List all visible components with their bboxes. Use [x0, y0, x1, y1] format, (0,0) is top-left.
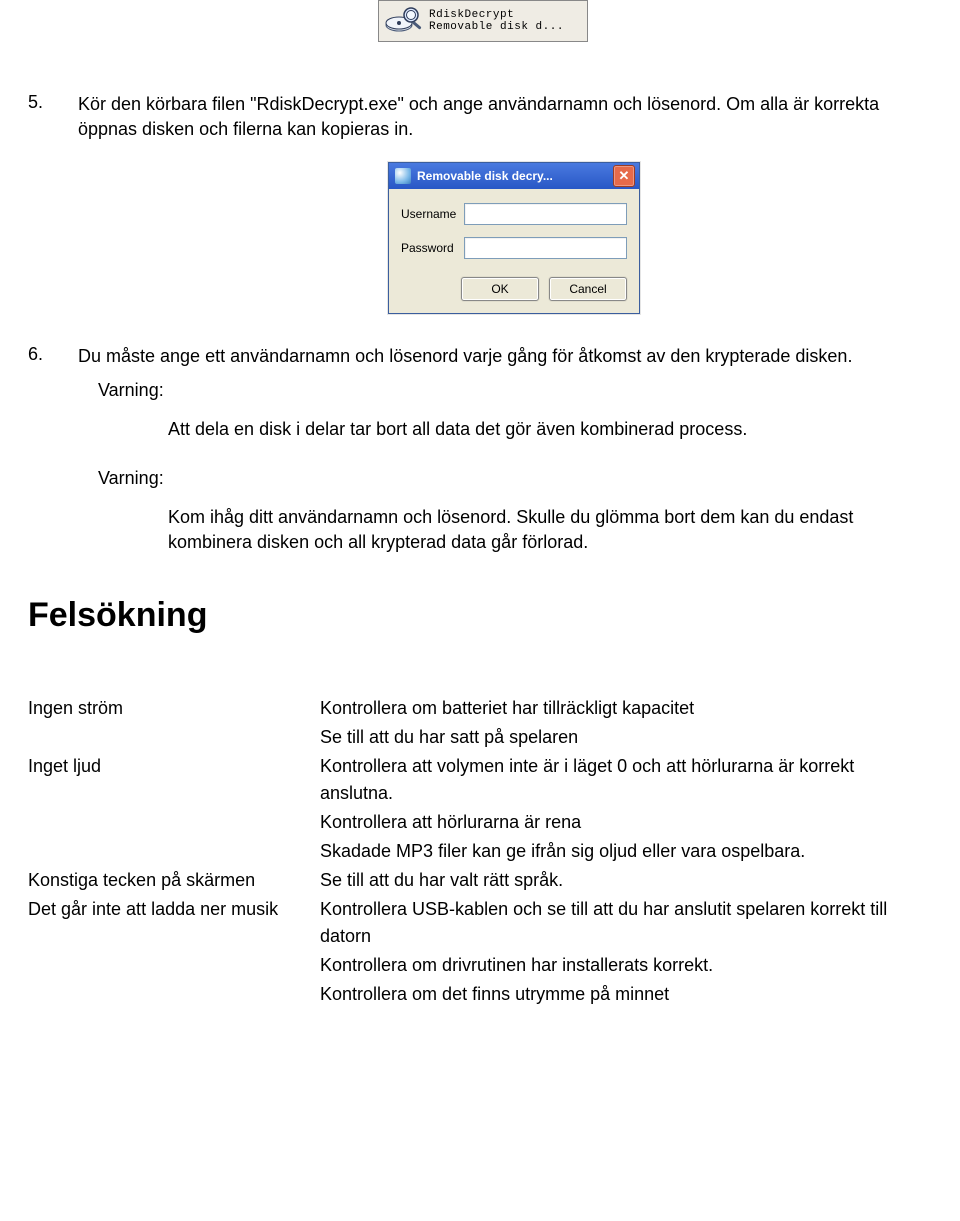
- table-row: Se till att du har satt på spelaren: [28, 724, 932, 753]
- issue-cell: [28, 981, 320, 1010]
- step-number: 5.: [28, 92, 58, 142]
- dialog-title: Removable disk decry...: [417, 169, 553, 183]
- issue-cell: Ingen ström: [28, 695, 320, 724]
- issue-cell: [28, 809, 320, 838]
- fix-cell: Se till att du har valt rätt språk.: [320, 867, 932, 896]
- app-icon: [395, 168, 411, 184]
- username-input[interactable]: [464, 203, 627, 225]
- warning-label: Varning:: [98, 466, 932, 491]
- warning-label: Varning:: [98, 378, 932, 403]
- fix-cell: Kontrollera om drivrutinen har installer…: [320, 952, 932, 981]
- table-row: Inget ljud Kontrollera att volymen inte …: [28, 753, 932, 809]
- close-icon[interactable]: ✕: [613, 165, 635, 187]
- table-row: Det går inte att ladda ner musik Kontrol…: [28, 896, 932, 952]
- password-input[interactable]: [464, 237, 627, 259]
- warning-text: Kom ihåg ditt användarnamn och lösenord.…: [168, 505, 932, 555]
- fix-cell: Kontrollera USB-kablen och se till att d…: [320, 896, 932, 952]
- list-item: 5. Kör den körbara filen "RdiskDecrypt.e…: [28, 92, 932, 142]
- dialog-screenshot: Removable disk decry... ✕ Username Passw…: [388, 162, 932, 314]
- issue-cell: [28, 952, 320, 981]
- table-row: Kontrollera om det finns utrymme på minn…: [28, 981, 932, 1010]
- warning-text: Att dela en disk i delar tar bort all da…: [168, 417, 932, 442]
- table-row: Konstiga tecken på skärmen Se till att d…: [28, 867, 932, 896]
- fix-cell: Kontrollera om det finns utrymme på minn…: [320, 981, 932, 1010]
- step-text: Du måste ange ett användarnamn och lösen…: [78, 344, 932, 369]
- table-row: Kontrollera att hörlurarna är rena: [28, 809, 932, 838]
- issue-cell: [28, 838, 320, 867]
- disk-magnify-icon: [381, 3, 425, 39]
- step-text: Kör den körbara filen "RdiskDecrypt.exe"…: [78, 92, 932, 142]
- dialog-titlebar: Removable disk decry... ✕: [389, 163, 639, 189]
- dialog-body: Username Password OK Cancel: [389, 189, 639, 313]
- table-row: Ingen ström Kontrollera om batteriet har…: [28, 695, 932, 724]
- document-page: RdiskDecrypt Removable disk d... 5. Kör …: [0, 0, 960, 1050]
- username-label: Username: [401, 207, 456, 221]
- table-row: Kontrollera om drivrutinen har installer…: [28, 952, 932, 981]
- list-item: 6. Du måste ange ett användarnamn och lö…: [28, 344, 932, 369]
- taskbar-item-rdiskdecrypt[interactable]: RdiskDecrypt Removable disk d...: [378, 0, 588, 42]
- taskbar-item-title: RdiskDecrypt: [429, 9, 564, 21]
- troubleshoot-table: Ingen ström Kontrollera om batteriet har…: [28, 695, 932, 1010]
- step-number: 6.: [28, 344, 58, 369]
- fix-cell: Kontrollera att hörlurarna är rena: [320, 809, 932, 838]
- fix-cell: Skadade MP3 filer kan ge ifrån sig oljud…: [320, 838, 932, 867]
- warning-block: Varning: Att dela en disk i delar tar bo…: [98, 378, 932, 556]
- issue-cell: Inget ljud: [28, 753, 320, 809]
- login-dialog: Removable disk decry... ✕ Username Passw…: [388, 162, 640, 314]
- fix-cell: Se till att du har satt på spelaren: [320, 724, 932, 753]
- table-row: Skadade MP3 filer kan ge ifrån sig oljud…: [28, 838, 932, 867]
- fix-cell: Kontrollera om batteriet har tillräcklig…: [320, 695, 932, 724]
- ok-button[interactable]: OK: [461, 277, 539, 301]
- cancel-button[interactable]: Cancel: [549, 277, 627, 301]
- issue-cell: Det går inte att ladda ner musik: [28, 896, 320, 952]
- issue-cell: Konstiga tecken på skärmen: [28, 867, 320, 896]
- taskbar-item-subtitle: Removable disk d...: [429, 21, 564, 33]
- section-heading: Felsökning: [28, 596, 932, 635]
- password-label: Password: [401, 241, 456, 255]
- issue-cell: [28, 724, 320, 753]
- fix-cell: Kontrollera att volymen inte är i läget …: [320, 753, 932, 809]
